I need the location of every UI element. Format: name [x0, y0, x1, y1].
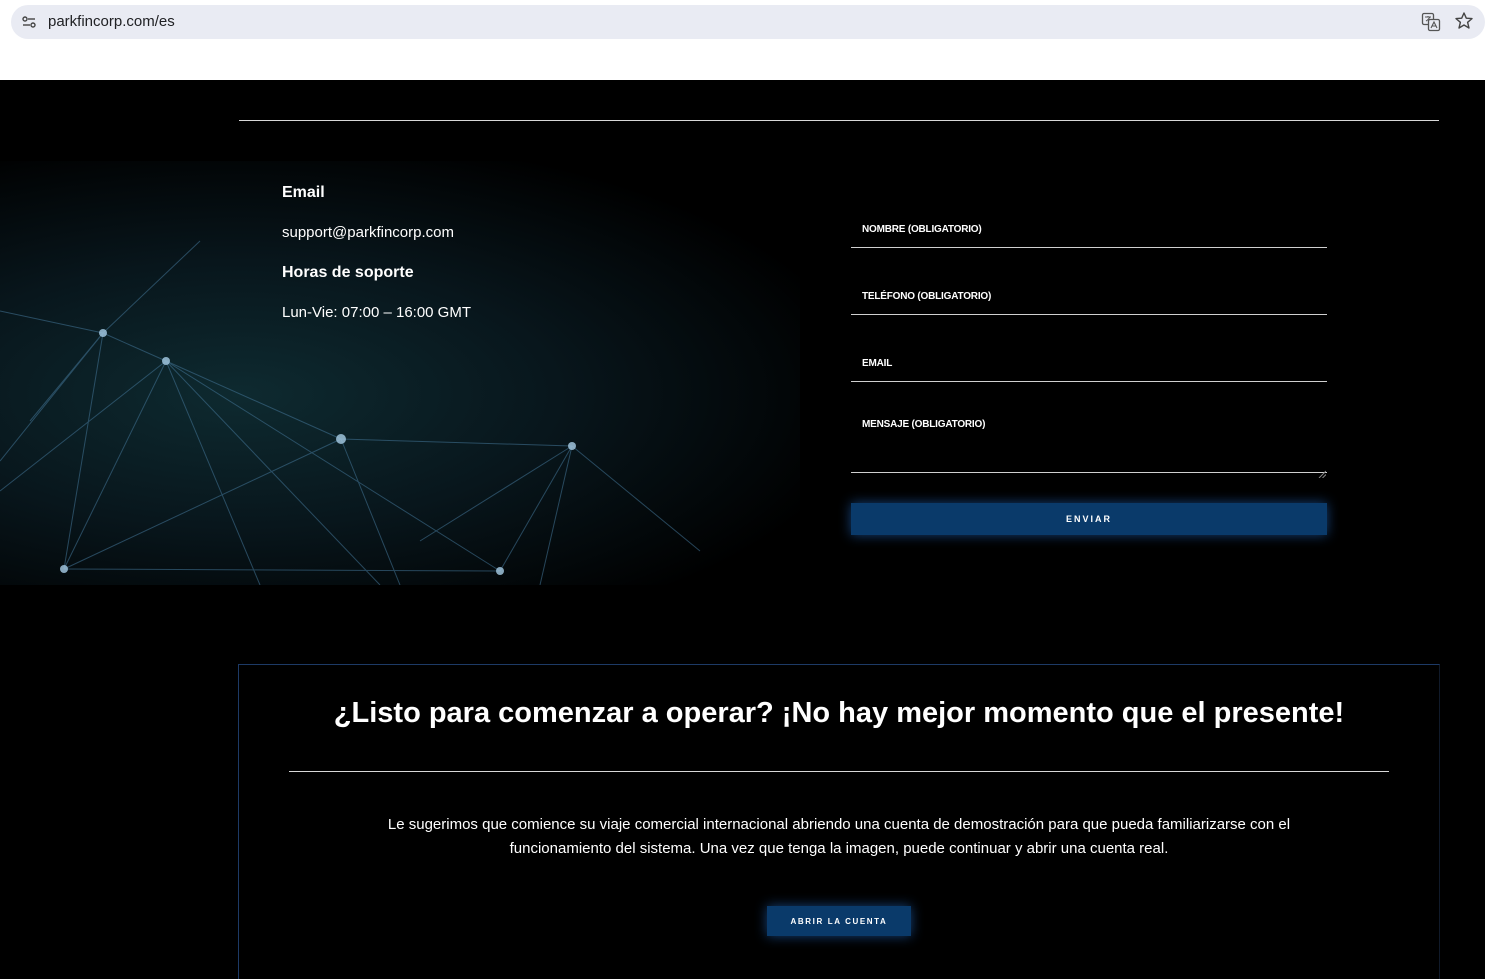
cta-title: ¿Listo para comenzar a operar? ¡No hay m…	[333, 697, 1345, 729]
message-field[interactable]: MENSAJE (OBLIGATORIO)	[851, 409, 1327, 479]
star-icon[interactable]	[1454, 11, 1474, 31]
site-info-icon[interactable]	[21, 14, 37, 30]
section-divider	[239, 120, 1439, 121]
support-email-link[interactable]: support@parkfincorp.com	[282, 224, 454, 241]
send-button[interactable]: ENVIAR	[851, 503, 1327, 535]
email-heading: Email	[282, 184, 325, 201]
message-field-label: MENSAJE (OBLIGATORIO)	[862, 419, 986, 430]
phone-field[interactable]: TELÉFONO (OBLIGATORIO)	[851, 275, 1327, 315]
support-hours-value: Lun-Vie: 07:00 – 16:00 GMT	[282, 304, 472, 321]
name-field[interactable]: NOMBRE (OBLIGATORIO)	[851, 208, 1327, 248]
open-account-button[interactable]: ABRIR LA CUENTA	[767, 906, 911, 936]
support-hours-heading: Horas de soporte	[282, 264, 414, 281]
address-bar[interactable]: parkfincorp.com/es	[11, 5, 1485, 39]
url-text[interactable]: parkfincorp.com/es	[48, 13, 175, 30]
email-field-label: EMAIL	[862, 358, 893, 369]
translate-icon[interactable]	[1421, 12, 1441, 32]
browser-toolbar: parkfincorp.com/es	[0, 0, 1485, 80]
cta-description: Le sugerimos que comience su viaje comer…	[387, 816, 1291, 857]
email-field[interactable]: EMAIL	[851, 342, 1327, 382]
phone-field-label: TELÉFONO (OBLIGATORIO)	[862, 291, 992, 302]
cta-divider	[289, 771, 1389, 772]
name-field-label: NOMBRE (OBLIGATORIO)	[862, 224, 982, 235]
resize-handle-icon[interactable]	[1318, 463, 1327, 479]
cta-section: ¿Listo para comenzar a operar? ¡No hay m…	[238, 664, 1440, 979]
